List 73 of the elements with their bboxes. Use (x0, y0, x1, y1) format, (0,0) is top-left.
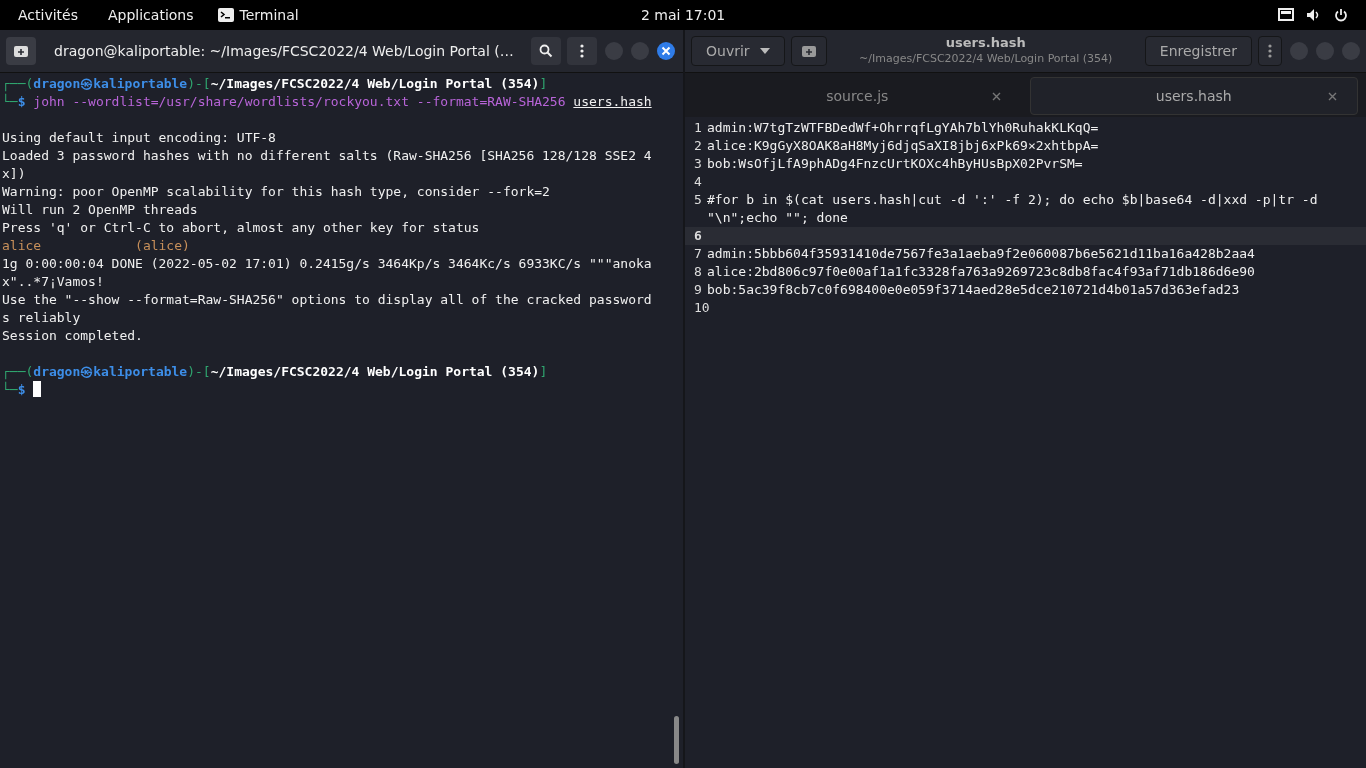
power-icon[interactable] (1334, 8, 1348, 22)
output-line: Use the "--show --format=Raw-SHA256" options to display all of the cracked password (2, 292, 652, 307)
prompt-decoration: └─ (2, 382, 18, 397)
prompt-path: ~/Images/FCSC2022/4 Web/Login Portal (354) (210, 364, 540, 379)
document-tab[interactable]: source.js (693, 77, 1022, 115)
menu-button[interactable] (1258, 36, 1282, 66)
output-line: Using default input encoding: UTF-8 (2, 130, 276, 145)
line-number: 1 (693, 119, 703, 137)
output-line: 1g 0:00:00:04 DONE (2022-05-02 17:01) 0.2415g/s 3464Kp/s 3464Kc/s 6933KC/s """anoka (2, 256, 652, 271)
command-text: john --wordlist=/usr/share/wordlists/rockyou.txt --format=RAW-SHA256 (33, 94, 566, 109)
network-icon[interactable] (1278, 8, 1294, 22)
document-path: ~/Images/FCSC2022/4 Web/Login Portal (354) (859, 51, 1113, 67)
open-button[interactable]: Ouvrir (691, 36, 785, 66)
prompt-decoration: )-[ (187, 76, 211, 91)
dropdown-icon (759, 48, 770, 54)
document-tab[interactable]: users.hash (1029, 77, 1358, 115)
line-number: 2 (693, 137, 703, 155)
output-line: Loaded 3 password hashes with no different salts (Raw-SHA256 [SHA256 128/128 SSE2 4 (2, 148, 652, 163)
activities-button[interactable]: Activités (18, 7, 78, 23)
menu-icon (1268, 44, 1272, 58)
output-line: Session completed. (2, 328, 143, 343)
line-number: 8 (693, 263, 703, 281)
applications-menu[interactable]: Applications (108, 7, 194, 23)
prompt-decoration: ┌──( (2, 76, 34, 91)
line-number: 6 (693, 227, 703, 245)
line-number: 4 (693, 173, 703, 191)
cracked-password-line: alice (alice) (2, 238, 190, 253)
line-number: 9 (693, 281, 703, 299)
code-line: alice:2bd806c97f0e00af1a1fc3328fa763a9269723c8db8fac4f93af71db186d6e90 (707, 263, 1256, 281)
prompt-user: dragon㉿kaliportable (33, 364, 188, 379)
command-argument: users.hash (573, 94, 652, 109)
new-document-icon (800, 44, 817, 58)
prompt-dollar: $ (17, 382, 26, 397)
clock[interactable]: 2 mai 17:01 (641, 7, 726, 23)
new-tab-button[interactable] (6, 37, 36, 65)
prompt-dollar: $ (17, 94, 26, 109)
window-title: dragon@kaliportable: ~/Images/FCSC2022/4 Web/Login Portal (… (54, 43, 515, 59)
menu-icon (580, 44, 584, 58)
prompt-decoration: ] (539, 364, 548, 379)
code-line: alice:K9gGyX8OAK8aH8Myj6djqSaXI8jbj6xPk69×2xhtbpA= (707, 137, 1100, 155)
code-line: admin:W7tgTzWTFBDedWf+OhrrqfLgYAh7blYh0RuhakKLKqQ= (707, 119, 1100, 137)
prompt-decoration: ┌──( (2, 364, 34, 379)
menu-button[interactable] (567, 37, 597, 65)
line-number: 5 (693, 191, 703, 209)
scrollbar[interactable] (674, 716, 679, 764)
close-icon[interactable] (657, 42, 675, 60)
text-cursor (33, 381, 42, 397)
prompt-decoration: └─ (2, 94, 18, 109)
document-title: users.hash (945, 35, 1026, 51)
output-line: x]) (2, 166, 26, 181)
line-number: 10 (693, 299, 707, 317)
line-number: 7 (693, 245, 703, 263)
prompt-user: dragon㉿kaliportable (33, 76, 188, 91)
output-line: x"..*7¡Vamos! (2, 274, 104, 289)
code-line: bob:5ac39f8cb7c0f698400e0e059f3714aed28e5dce210721d4b01a57d363efad23 (707, 281, 1241, 299)
terminal-icon (217, 8, 234, 22)
output-line: Will run 2 OpenMP threads (2, 202, 198, 217)
search-button[interactable] (531, 37, 561, 65)
line-number: 3 (693, 155, 703, 173)
code-line: #for b in $(cat users.hash|cut -d ':' -f 2); do echo $b|base64 -d|xxd -p|tr -d "\n";echo ""; done (707, 191, 1319, 227)
code-line: bob:WsOfjLfA9phADg4FnzcUrtKOXc4hByHUsBpX02PvrSM= (707, 155, 1084, 173)
prompt-decoration: ] (539, 76, 548, 91)
prompt-decoration: )-[ (187, 364, 211, 379)
prompt-path: ~/Images/FCSC2022/4 Web/Login Portal (354) (210, 76, 540, 91)
app-name[interactable]: Terminal (239, 7, 299, 23)
new-tab-icon (13, 44, 29, 58)
new-document-button[interactable] (790, 36, 827, 66)
output-line: Press 'q' or Ctrl-C to abort, almost any other key for status (2, 220, 480, 235)
search-icon (539, 44, 553, 58)
save-button[interactable]: Enregistrer (1144, 36, 1252, 66)
output-line: Warning: poor OpenMP scalability for this hash type, consider --fork=2 (2, 184, 550, 199)
code-line: admin:5bbb604f35931410de7567fe3a1aeba9f2e060087b6e5621d11ba16a428b2aa4 (707, 245, 1256, 263)
output-line: s reliably (2, 310, 81, 325)
